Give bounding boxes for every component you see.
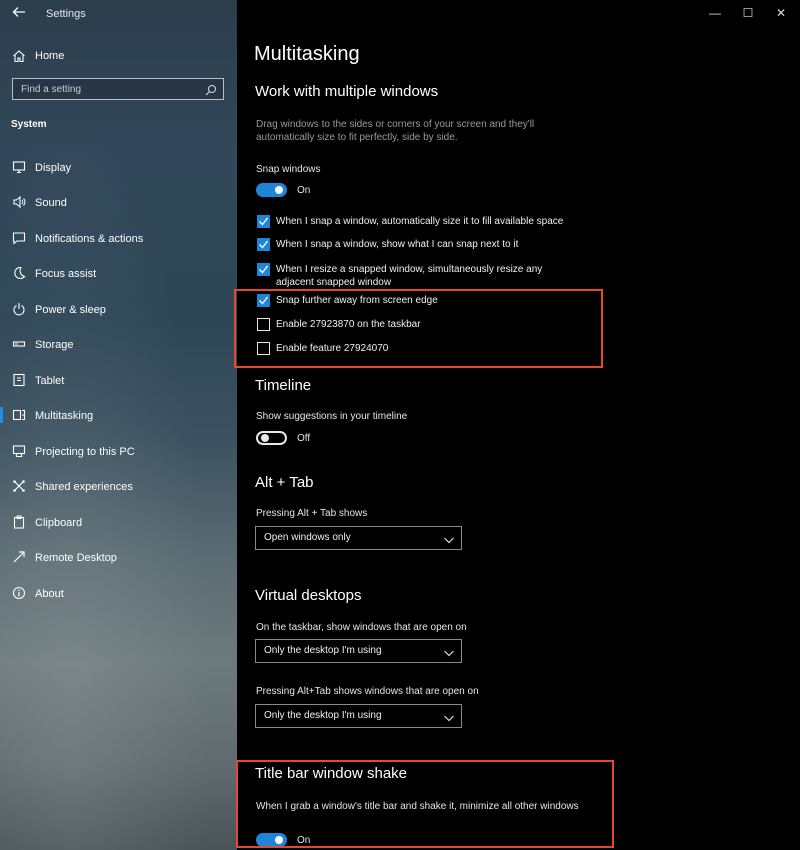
sidebar-item-power-sleep[interactable]: Power & sleep xyxy=(0,299,237,321)
sidebar-item-label: Display xyxy=(35,162,72,174)
vd-alttab-label: Pressing Alt+Tab shows windows that are … xyxy=(256,686,479,697)
checkbox-resize-adjacent[interactable] xyxy=(257,263,270,276)
checkbox-auto-size[interactable] xyxy=(257,215,270,228)
projecting-icon xyxy=(11,443,27,459)
chevron-down-icon xyxy=(443,532,455,544)
sidebar-item-label: Clipboard xyxy=(35,517,83,529)
alttab-label: Pressing Alt + Tab shows xyxy=(256,508,368,519)
toggle-knob xyxy=(275,186,283,194)
highlight-box xyxy=(234,289,603,368)
section-heading-timeline: Timeline xyxy=(255,377,312,394)
timeline-state: Off xyxy=(297,433,311,444)
power-icon xyxy=(11,301,27,317)
close-button[interactable]: ✕ xyxy=(770,4,792,22)
search-icon xyxy=(205,83,217,96)
sidebar-item-label: Storage xyxy=(35,339,74,351)
sidebar: Settings Home Find a setting System Disp… xyxy=(0,0,237,850)
sidebar-item-clipboard[interactable]: Clipboard xyxy=(0,512,237,534)
snap-windows-label: Snap windows xyxy=(256,164,321,175)
clipboard-icon xyxy=(11,514,27,530)
sidebar-item-projecting[interactable]: Projecting to this PC xyxy=(0,441,237,463)
selection-indicator xyxy=(0,407,3,423)
sidebar-item-label: About xyxy=(35,588,64,600)
chevron-down-icon xyxy=(443,645,455,657)
sidebar-item-label: Shared experiences xyxy=(35,481,133,493)
sidebar-item-label: Sound xyxy=(35,197,67,209)
maximize-button[interactable]: ☐ xyxy=(737,4,759,22)
vd-alttab-dropdown[interactable]: Only the desktop I'm using xyxy=(255,704,462,728)
sidebar-item-focus-assist[interactable]: Focus assist xyxy=(0,263,237,285)
multitasking-icon xyxy=(11,407,27,423)
snap-windows-toggle[interactable] xyxy=(256,183,287,197)
section-heading-windows: Work with multiple windows xyxy=(255,83,439,100)
main-content: — ☐ ✕ Multitasking Work with multiple wi… xyxy=(234,0,800,850)
sidebar-item-label: Tablet xyxy=(35,375,65,387)
section-heading-virtual-desktops: Virtual desktops xyxy=(255,587,362,604)
section-heading-alttab: Alt + Tab xyxy=(255,474,314,491)
sidebar-item-label: Notifications & actions xyxy=(35,233,144,245)
info-icon xyxy=(11,585,27,601)
sidebar-item-notifications[interactable]: Notifications & actions xyxy=(0,228,237,250)
timeline-label: Show suggestions in your timeline xyxy=(256,411,408,422)
minimize-button[interactable]: — xyxy=(704,4,726,22)
sidebar-item-label: Projecting to this PC xyxy=(35,446,135,458)
windows-description: Drag windows to the sides or corners of … xyxy=(256,119,535,143)
sidebar-item-sound[interactable]: Sound xyxy=(0,192,237,214)
sidebar-item-display[interactable]: Display xyxy=(0,157,237,179)
title-bar: Settings xyxy=(0,0,237,28)
sidebar-item-shared-experiences[interactable]: Shared experiences xyxy=(0,476,237,498)
sidebar-item-multitasking[interactable]: Multitasking xyxy=(0,405,237,427)
sidebar-item-label: Focus assist xyxy=(35,268,97,280)
shared-experiences-icon xyxy=(11,478,27,494)
sidebar-item-label: Multitasking xyxy=(35,410,94,422)
vd-taskbar-dropdown[interactable]: Only the desktop I'm using xyxy=(255,639,462,663)
snap-windows-state: On xyxy=(297,185,311,196)
section-title: System xyxy=(11,119,47,130)
speaker-icon xyxy=(11,194,27,210)
dropdown-value: Only the desktop I'm using xyxy=(264,645,382,656)
highlight-box xyxy=(236,760,614,848)
sidebar-item-home[interactable]: Home xyxy=(0,46,237,66)
notification-icon xyxy=(11,230,27,246)
checkbox-label: When I snap a window, automatically size… xyxy=(276,216,564,227)
dropdown-value: Open windows only xyxy=(264,532,351,543)
chevron-down-icon xyxy=(443,710,455,722)
display-icon xyxy=(11,159,27,175)
sidebar-item-label: Home xyxy=(35,50,65,62)
sidebar-item-remote-desktop[interactable]: Remote Desktop xyxy=(0,547,237,569)
search-input[interactable]: Find a setting xyxy=(12,78,224,100)
storage-icon xyxy=(11,336,27,352)
dropdown-value: Only the desktop I'm using xyxy=(264,710,382,721)
checkbox-label: When I resize a snapped window, simultan… xyxy=(276,264,543,288)
sidebar-item-tablet[interactable]: Tablet xyxy=(0,370,237,392)
checkbox-label: When I snap a window, show what I can sn… xyxy=(276,239,519,250)
checkbox-snap-assist[interactable] xyxy=(257,238,270,251)
search-placeholder: Find a setting xyxy=(21,84,82,95)
back-arrow-icon[interactable] xyxy=(10,5,28,23)
sidebar-item-label: Power & sleep xyxy=(35,304,106,316)
tablet-icon xyxy=(11,372,27,388)
remote-desktop-icon xyxy=(11,549,27,565)
vd-taskbar-label: On the taskbar, show windows that are op… xyxy=(256,622,467,633)
sidebar-item-about[interactable]: About xyxy=(0,583,237,605)
sidebar-item-label: Remote Desktop xyxy=(35,552,117,564)
page-title: Multitasking xyxy=(254,43,360,65)
home-icon xyxy=(11,48,27,64)
sidebar-item-storage[interactable]: Storage xyxy=(0,334,237,356)
alttab-dropdown[interactable]: Open windows only xyxy=(255,526,462,550)
app-title: Settings xyxy=(46,8,86,20)
toggle-knob xyxy=(261,434,269,442)
timeline-toggle[interactable] xyxy=(256,431,287,445)
moon-icon xyxy=(11,265,27,281)
